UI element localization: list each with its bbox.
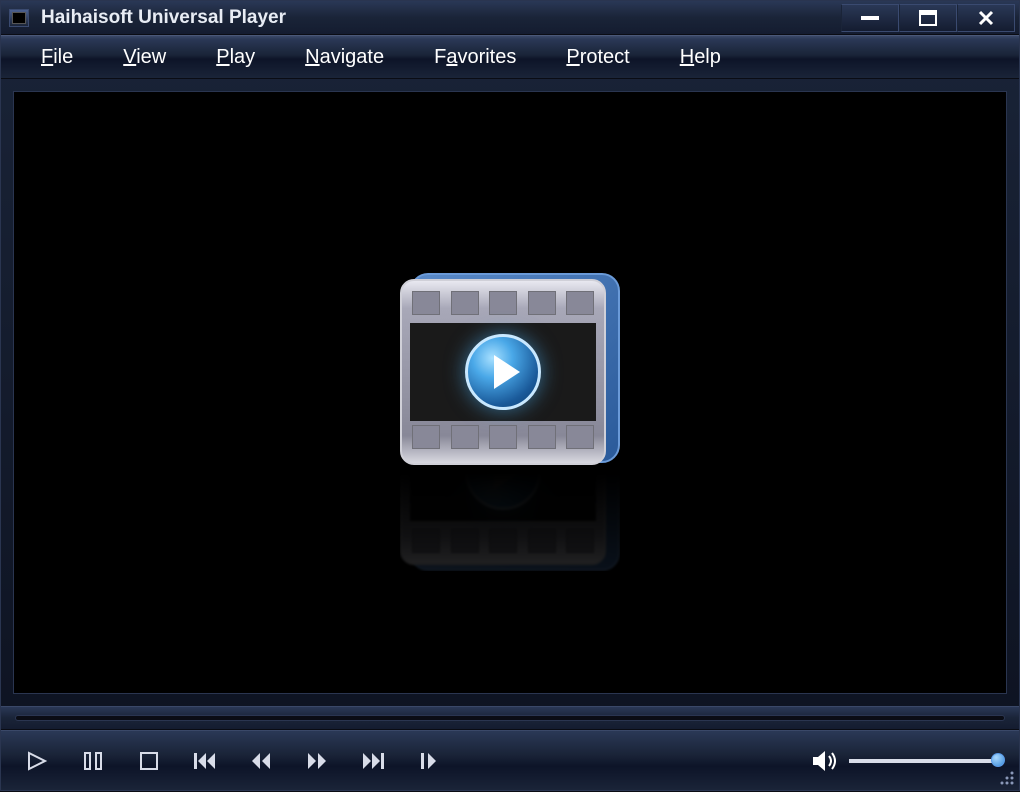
volume-thumb[interactable] bbox=[991, 753, 1005, 767]
seek-bar-row bbox=[1, 706, 1019, 730]
volume-button[interactable] bbox=[811, 747, 839, 775]
window-title: Haihaisoft Universal Player bbox=[41, 7, 841, 29]
minimize-icon bbox=[861, 16, 879, 20]
speaker-icon bbox=[812, 750, 838, 772]
rewind-icon bbox=[251, 753, 271, 769]
rewind-button[interactable] bbox=[245, 745, 277, 777]
pause-icon bbox=[84, 752, 102, 770]
seek-bar[interactable] bbox=[15, 715, 1005, 721]
menu-favorites[interactable]: Favorites bbox=[434, 46, 516, 69]
playback-controls bbox=[1, 730, 1019, 790]
video-area[interactable] bbox=[13, 91, 1007, 694]
skip-forward-icon bbox=[362, 753, 384, 769]
step-icon bbox=[420, 753, 438, 769]
skip-back-button[interactable] bbox=[189, 745, 221, 777]
pause-button[interactable] bbox=[77, 745, 109, 777]
step-button[interactable] bbox=[413, 745, 445, 777]
menu-navigate[interactable]: Navigate bbox=[305, 46, 384, 69]
forward-icon bbox=[307, 753, 327, 769]
play-icon bbox=[27, 751, 47, 771]
resize-grip-icon bbox=[998, 769, 1016, 787]
play-button[interactable] bbox=[21, 745, 53, 777]
stop-button[interactable] bbox=[133, 745, 165, 777]
minimize-button[interactable] bbox=[841, 4, 899, 32]
maximize-button[interactable] bbox=[899, 4, 957, 32]
player-logo bbox=[400, 273, 620, 473]
menu-help[interactable]: Help bbox=[680, 46, 721, 69]
menu-play[interactable]: Play bbox=[216, 46, 255, 69]
menu-file[interactable]: File bbox=[41, 46, 73, 69]
skip-back-icon bbox=[194, 753, 216, 769]
menu-view[interactable]: View bbox=[123, 46, 166, 69]
forward-button[interactable] bbox=[301, 745, 333, 777]
app-window: Haihaisoft Universal Player File View Pl… bbox=[0, 0, 1020, 791]
menubar: File View Play Navigate Favorites Protec… bbox=[1, 35, 1019, 79]
menu-protect[interactable]: Protect bbox=[566, 46, 629, 69]
skip-forward-button[interactable] bbox=[357, 745, 389, 777]
maximize-icon bbox=[919, 10, 937, 26]
resize-grip[interactable] bbox=[998, 769, 1016, 787]
close-button[interactable] bbox=[957, 4, 1015, 32]
stop-icon bbox=[140, 752, 158, 770]
close-icon bbox=[978, 10, 994, 26]
window-controls bbox=[841, 4, 1015, 32]
titlebar[interactable]: Haihaisoft Universal Player bbox=[1, 1, 1019, 35]
app-icon bbox=[9, 9, 29, 27]
volume-slider[interactable] bbox=[849, 759, 999, 763]
